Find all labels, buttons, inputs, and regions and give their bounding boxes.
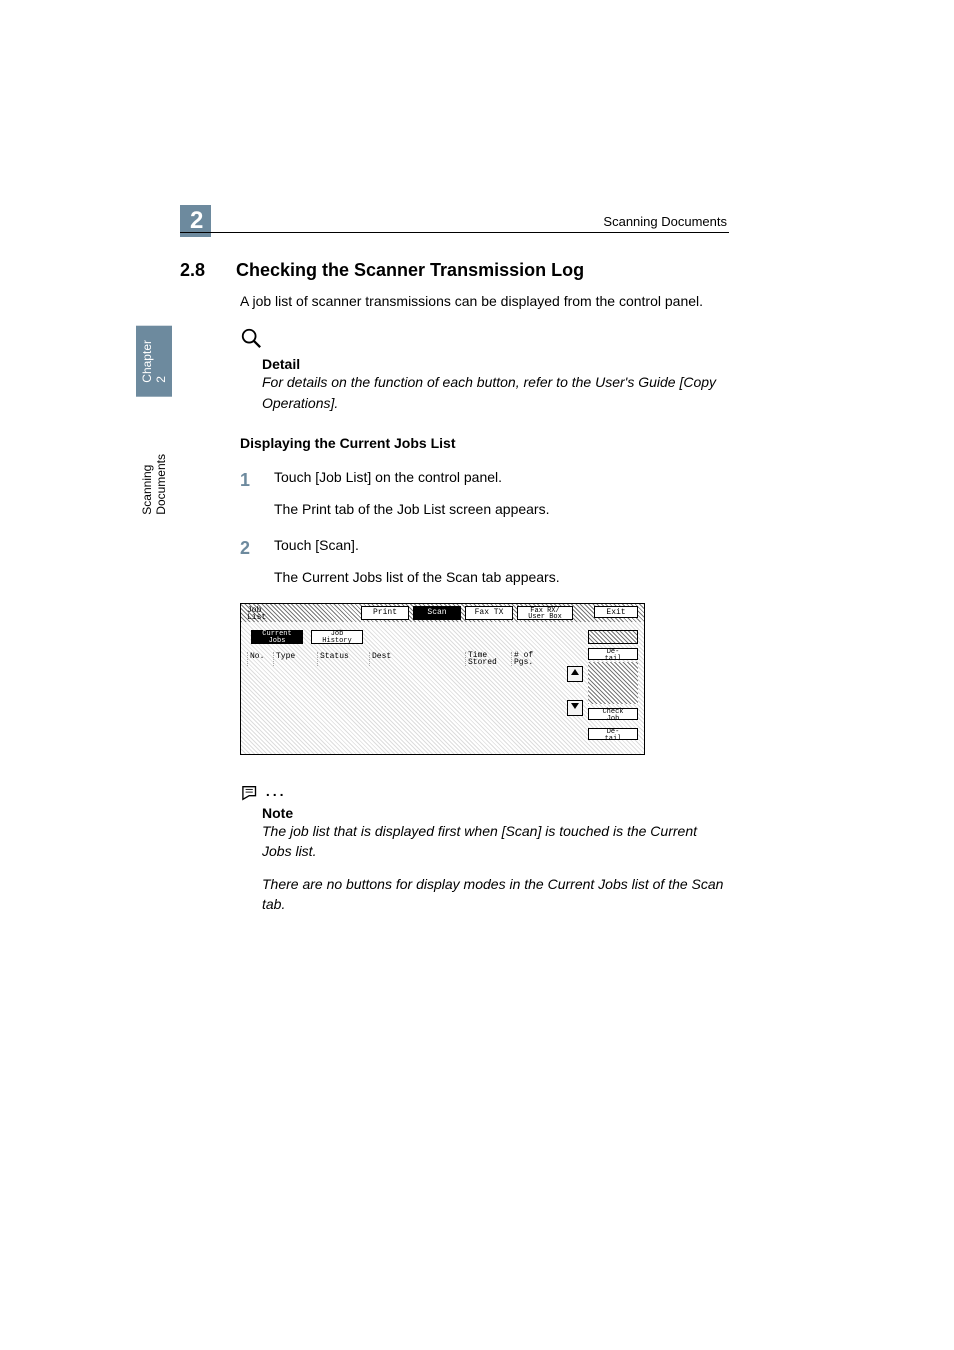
section-title: Checking the Scanner Transmission Log <box>236 260 584 281</box>
tab-print[interactable]: Print <box>361 606 409 620</box>
arrow-up-icon <box>570 667 580 677</box>
side-hatch-box <box>588 630 638 644</box>
subheading: Displaying the Current Jobs List <box>240 435 729 451</box>
col-type: Type <box>273 652 317 666</box>
scroll-down-button[interactable] <box>567 700 583 716</box>
step-body: Touch [Scan]. <box>274 535 729 561</box>
detail-heading: Detail <box>262 356 729 372</box>
col-pgs: # ofPgs. <box>511 652 551 666</box>
subtab-job-history[interactable]: JobHistory <box>311 630 363 644</box>
note-icon: ... <box>240 789 287 805</box>
detail-button-2[interactable]: De-tail <box>588 728 638 740</box>
section-number: 2.8 <box>180 260 218 281</box>
col-time-stored: TimeStored <box>465 652 511 666</box>
running-head: Scanning Documents <box>603 214 727 229</box>
note-body-2: There are no buttons for display modes i… <box>262 874 729 915</box>
col-dest: Dest <box>369 652 465 666</box>
header-rule <box>180 232 729 233</box>
tab-faxrx-userbox[interactable]: Fax RX/User Box <box>517 606 573 620</box>
detail-button[interactable]: De-tail <box>588 648 638 660</box>
touchscreen-figure: JobList Print Scan Fax TX Fax RX/User Bo… <box>240 603 645 755</box>
step-number: 2 <box>240 535 274 561</box>
col-status: Status <box>317 652 369 666</box>
table-header-row: No. Type Status Dest TimeStored # ofPgs. <box>247 652 574 666</box>
side-tab-section: Scanning Documents <box>136 440 172 529</box>
step-number: 1 <box>240 467 274 493</box>
note-body-1: The job list that is displayed first whe… <box>262 821 729 862</box>
step-body: Touch [Job List] on the control panel. <box>274 467 729 493</box>
tab-scan[interactable]: Scan <box>413 606 461 620</box>
subtab-current-jobs[interactable]: CurrentJobs <box>251 630 303 644</box>
intro-text: A job list of scanner transmissions can … <box>240 291 729 311</box>
col-no: No. <box>247 652 273 666</box>
tab-faxtx[interactable]: Fax TX <box>465 606 513 620</box>
note-heading: Note <box>262 805 729 821</box>
magnifier-icon <box>240 327 262 349</box>
step-sub: The Print tab of the Job List screen app… <box>274 501 729 517</box>
arrow-down-icon <box>570 701 580 711</box>
side-hatch-fill <box>588 662 638 704</box>
joblist-label: JobList <box>247 607 266 621</box>
scroll-up-button[interactable] <box>567 666 583 682</box>
check-job-button[interactable]: CheckJob <box>588 708 638 720</box>
step-sub: The Current Jobs list of the Scan tab ap… <box>274 569 729 585</box>
side-tab-chapter: Chapter 2 <box>136 326 172 397</box>
exit-button[interactable]: Exit <box>594 606 638 618</box>
detail-body: For details on the function of each butt… <box>262 372 729 413</box>
